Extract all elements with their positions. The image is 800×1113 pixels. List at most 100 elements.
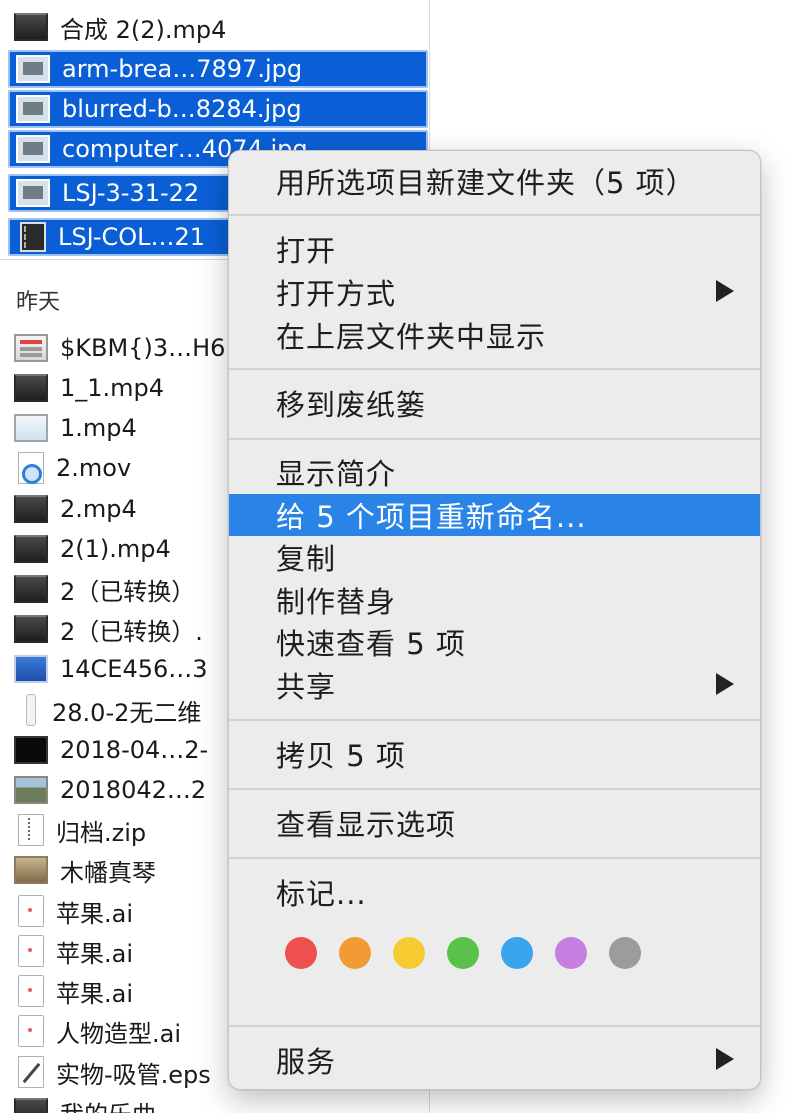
video-dark-thumbnail-icon <box>14 736 48 764</box>
menu-item-get-info[interactable]: 显示简介 <box>229 451 760 493</box>
thin-file-icon <box>26 694 36 726</box>
file-name: blurred-b…8284.jpg <box>62 95 302 123</box>
file-name: 苹果.ai <box>56 899 134 928</box>
ai-document-icon <box>18 975 44 1007</box>
ai-document-icon <box>18 1015 44 1047</box>
submenu-arrow-icon <box>716 280 734 302</box>
menu-item-open-with[interactable]: 打开方式 <box>229 271 760 313</box>
file-name: 人物造型.ai <box>56 1019 182 1048</box>
menu-separator <box>229 857 760 859</box>
file-name: 2.mp4 <box>60 495 137 523</box>
image-thumbnail-icon <box>16 55 50 83</box>
video-thumbnail-icon <box>14 374 48 402</box>
menu-item-copy-items[interactable]: 拷贝 5 项 <box>229 733 760 775</box>
tag-color-green[interactable] <box>447 937 479 969</box>
file-row[interactable]: 合成 2(2).mp4 <box>8 8 428 46</box>
blue-thumbnail-icon <box>14 655 48 683</box>
menu-item-show-view-options[interactable]: 查看显示选项 <box>229 802 760 844</box>
tag-color-blue[interactable] <box>501 937 533 969</box>
file-name: 1.mp4 <box>60 414 137 442</box>
menu-item-open[interactable]: 打开 <box>229 228 760 270</box>
menu-item-label: 用所选项目新建文件夹（5 项） <box>276 166 696 200</box>
tag-color-gray[interactable] <box>609 937 641 969</box>
menu-item-show-in-enclosing-folder[interactable]: 在上层文件夹中显示 <box>229 314 760 356</box>
menu-item-label: 标记... <box>276 877 367 911</box>
file-name: 我的乐曲 <box>60 1095 156 1113</box>
file-name: 实物-吸管.eps <box>56 1060 211 1089</box>
menu-separator <box>229 788 760 790</box>
context-menu: 用所选项目新建文件夹（5 项） 打开 打开方式 在上层文件夹中显示 移到废纸篓 … <box>228 150 761 1090</box>
eps-pen-document-icon <box>18 1056 44 1088</box>
file-row[interactable]: 我的乐曲 <box>8 1093 428 1113</box>
tag-color-row <box>285 937 641 969</box>
menu-separator <box>229 368 760 370</box>
menu-separator <box>229 1025 760 1027</box>
tag-color-red[interactable] <box>285 937 317 969</box>
menu-separator <box>229 719 760 721</box>
menu-item-label: 查看显示选项 <box>276 808 457 842</box>
file-name: LSJ-COL…21 <box>58 223 206 251</box>
file-name: 1_1.mp4 <box>60 374 165 402</box>
menu-item-make-alias[interactable]: 制作替身 <box>229 579 760 621</box>
image-thumbnail-icon <box>16 179 50 207</box>
file-name: 2018042…2 <box>60 776 207 804</box>
file-row-selected[interactable]: blurred-b…8284.jpg <box>8 90 428 128</box>
photo-thumbnail-icon <box>14 856 48 884</box>
file-name: 木幡真琴 <box>60 858 156 887</box>
file-name: 2（已转换） <box>60 577 196 606</box>
ai-document-icon <box>18 895 44 927</box>
file-name: 归档.zip <box>56 818 147 847</box>
menu-item-move-to-trash[interactable]: 移到废纸篓 <box>229 382 760 424</box>
file-name: 苹果.ai <box>56 939 134 968</box>
file-name: 14CE456…3 <box>60 655 208 683</box>
zip-archive-icon <box>18 814 44 846</box>
file-name: 苹果.ai <box>56 979 134 1008</box>
video-thumbnail-icon <box>14 495 48 523</box>
ai-document-icon <box>18 935 44 967</box>
menu-item-label: 移到废纸篓 <box>276 388 427 422</box>
file-name: 2（已转换）. <box>60 617 203 646</box>
video-light-thumbnail-icon <box>14 414 48 442</box>
menu-item-label: 拷贝 5 项 <box>276 739 406 773</box>
folder-thumbnail-icon <box>14 1098 48 1113</box>
file-name: 28.0-2无二维 <box>52 698 202 727</box>
video-thumbnail-icon <box>14 13 48 41</box>
tag-color-purple[interactable] <box>555 937 587 969</box>
menu-item-label: 给 5 个项目重新命名... <box>276 500 587 534</box>
file-name: $KBM{)3…H6 <box>60 334 226 362</box>
video-thumbnail-icon <box>14 535 48 563</box>
file-name: arm-brea…7897.jpg <box>62 55 303 83</box>
menu-item-services[interactable]: 服务 <box>229 1039 760 1081</box>
file-row-selected[interactable]: arm-brea…7897.jpg <box>8 50 428 88</box>
menu-item-label: 复制 <box>276 542 337 576</box>
menu-item-label: 在上层文件夹中显示 <box>276 320 547 354</box>
menu-item-label: 打开 <box>276 234 337 268</box>
menu-item-duplicate[interactable]: 复制 <box>229 536 760 578</box>
image-thumbnail-icon <box>16 135 50 163</box>
menu-item-label: 制作替身 <box>276 585 397 619</box>
video-thumbnail-icon <box>14 615 48 643</box>
menu-item-new-folder-with-selection[interactable]: 用所选项目新建文件夹（5 项） <box>229 160 760 202</box>
menu-item-label: 服务 <box>276 1045 337 1079</box>
film-icon <box>20 222 46 252</box>
file-name: 2.mov <box>56 454 132 482</box>
menu-item-label: 显示简介 <box>276 457 397 491</box>
web-thumbnail-icon <box>14 334 48 362</box>
menu-item-rename-items[interactable]: 给 5 个项目重新命名... <box>229 494 760 536</box>
tag-color-orange[interactable] <box>339 937 371 969</box>
menu-item-label: 共享 <box>276 670 337 704</box>
image-thumbnail-icon <box>16 95 50 123</box>
tag-color-yellow[interactable] <box>393 937 425 969</box>
menu-separator <box>229 438 760 440</box>
group-header-yesterday: 昨天 <box>16 290 61 315</box>
file-name: LSJ-3-31-22 <box>62 179 200 207</box>
landscape-thumbnail-icon <box>14 776 48 804</box>
video-thumbnail-icon <box>14 575 48 603</box>
menu-item-tags[interactable]: 标记... <box>229 871 760 913</box>
file-name: 合成 2(2).mp4 <box>60 15 227 44</box>
quicktime-movie-icon <box>18 452 44 484</box>
menu-item-share[interactable]: 共享 <box>229 664 760 706</box>
submenu-arrow-icon <box>716 1048 734 1070</box>
menu-item-label: 打开方式 <box>276 277 397 311</box>
menu-item-quick-look[interactable]: 快速查看 5 项 <box>229 621 760 663</box>
